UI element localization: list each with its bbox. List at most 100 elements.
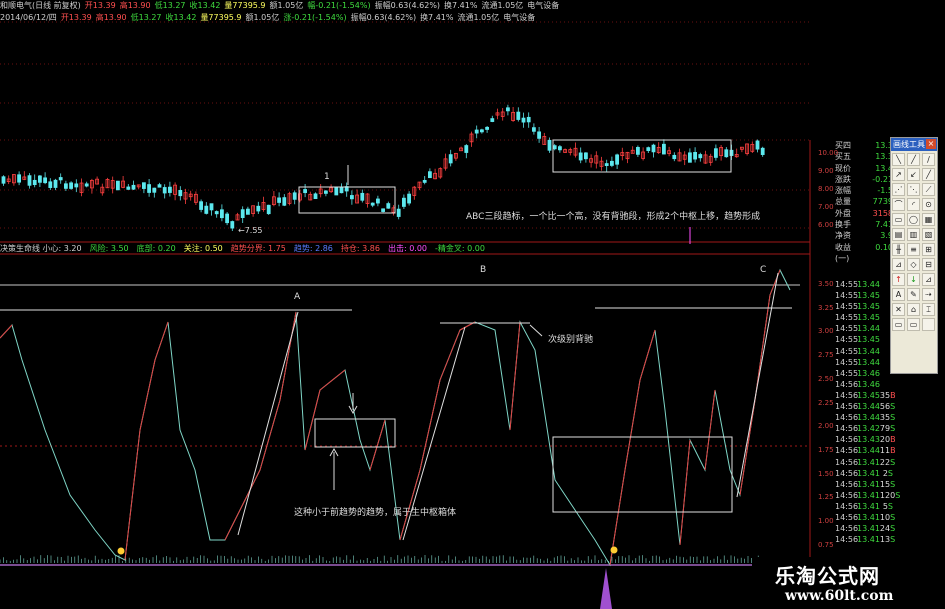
candle-body <box>225 213 230 224</box>
candle-body <box>219 209 224 219</box>
draw-tool-button[interactable]: ▭ <box>907 318 920 331</box>
tick-vol: 5 <box>882 501 888 511</box>
candle-body <box>282 197 287 206</box>
candle-body <box>1 176 6 184</box>
tick-vol: 35 <box>879 390 891 400</box>
draw-tool-button[interactable]: ∕ <box>922 153 935 166</box>
tick-time: 14:56 <box>835 468 859 478</box>
candle-body <box>558 146 562 151</box>
tick-row: 14:55 13.44 <box>835 346 893 357</box>
tick-price: 13.41 <box>857 524 880 534</box>
draw-tool-button[interactable]: ↓ <box>907 273 920 286</box>
draw-tool-button[interactable]: ◇ <box>907 258 920 271</box>
draw-tool-button[interactable]: ⊞ <box>922 243 935 256</box>
draw-tool-button[interactable]: ▤ <box>892 228 905 241</box>
draw-tool-button[interactable]: ╲ <box>892 153 905 166</box>
draw-tool-button[interactable]: ⋰ <box>892 183 905 196</box>
draw-tool-button[interactable]: ╱ <box>922 168 935 181</box>
draw-tool-button[interactable]: ⋱ <box>907 183 920 196</box>
tick-vol: 20 <box>879 435 891 445</box>
tick-price: 13.44 <box>857 280 880 289</box>
tick-time: 14:55 <box>835 291 859 301</box>
tick-vol: 35 <box>879 413 891 423</box>
tick-time: 14:56 <box>835 379 859 389</box>
draw-tool-button[interactable]: ◯ <box>907 213 920 226</box>
tick-price: 13.45 <box>857 313 880 323</box>
quote-label: 换手 <box>835 220 851 230</box>
draw-tool-button[interactable]: ≡ <box>907 243 920 256</box>
candle-body <box>422 179 427 183</box>
draw-tool-button[interactable]: ╱ <box>907 153 920 166</box>
close-icon[interactable]: × <box>926 139 936 149</box>
tick-vol <box>880 301 889 312</box>
candle-body <box>386 203 391 209</box>
candle-body <box>64 183 68 189</box>
draw-tool-button[interactable]: ▧ <box>922 228 935 241</box>
tick-row: 14:56 13.41 2 S <box>835 468 893 479</box>
tick-row: 14:56 13.44 11 B <box>835 445 896 456</box>
quote-row: 现价 13.4 <box>835 163 893 174</box>
draw-tool-button[interactable]: ✕ <box>892 303 905 316</box>
oscillator-up-segment <box>139 359 156 431</box>
draw-tool-button[interactable]: ↙ <box>907 168 920 181</box>
draw-tool-button[interactable] <box>922 318 935 331</box>
draw-tool-button[interactable]: ◜ <box>907 198 920 211</box>
tick-side: B <box>890 390 896 400</box>
draw-tool-button[interactable]: ▭ <box>892 318 905 331</box>
tick-time: 14:55 <box>835 313 859 323</box>
indicator-strip: 决策生命线 小心: 3.20 风险: 3.50 底部: 0.20 关注: 0.50 趋势… <box>0 243 810 255</box>
indicator-item-5: 趋势: 2.86 <box>293 244 333 253</box>
draw-tool-button[interactable]: ✎ <box>907 288 920 301</box>
draw-tool-button[interactable]: ↗ <box>892 168 905 181</box>
tick-row: 14:56 13.43 20 B <box>835 434 896 445</box>
candle-body <box>48 181 53 188</box>
draw-tool-button[interactable]: ↑ <box>892 273 905 286</box>
draw-tool-button[interactable]: ⊿ <box>922 273 935 286</box>
watermark-title: 乐淘公式网 <box>775 564 880 588</box>
draw-tool-button[interactable]: ▥ <box>907 228 920 241</box>
draw-tool-button[interactable]: ⌂ <box>907 303 920 316</box>
indicator-item-2: 底部: 0.20 <box>136 244 176 253</box>
draw-tool-button[interactable]: ⊙ <box>922 198 935 211</box>
quote-row: 买五 13.3 <box>835 151 893 162</box>
candle-body <box>662 143 666 155</box>
tick-price: 13.44 <box>857 446 880 456</box>
draw-tool-button[interactable]: A <box>892 288 905 301</box>
indicator-item-4: 趋势分界: 1.75 <box>230 244 286 253</box>
tick-vol <box>880 368 889 379</box>
drawing-toolbox[interactable]: 画线工具 × ╲ ╱ ∕ ↗ ↙ ╱ ⋰ ⋱ ⟋ ⌒ ◜ ⊙ ▭ ◯ ▦ ▤ ▥ ▧ ╫ ≡ ⊞ ⊿ ◇ ⊟ ↑ ↓ ⊿ A ✎ ⇢ ✕ ⌂ ⌶… <box>890 137 938 374</box>
price-tick-upper: 9.00 <box>818 167 834 175</box>
tick-side: S <box>887 501 893 511</box>
draw-tool-button[interactable]: ⌒ <box>892 198 905 211</box>
signal-dot <box>117 547 125 555</box>
upper-grid <box>0 21 811 566</box>
candle-body <box>448 154 453 164</box>
oscillator-up-segment <box>704 389 716 471</box>
quote-label: 涨跌 <box>835 174 851 184</box>
tick-vol <box>880 346 889 357</box>
draw-tool-button[interactable]: ▭ <box>892 213 905 226</box>
trend-line-a <box>237 311 299 536</box>
quote-value: -1.5 <box>877 186 893 196</box>
chart-canvas[interactable] <box>0 0 945 609</box>
tick-time: 14:56 <box>835 390 859 400</box>
candle-body <box>651 144 656 153</box>
draw-tool-button[interactable]: ⊟ <box>922 258 935 271</box>
oscillator-up-segment <box>154 321 169 361</box>
tick-price: 13.43 <box>857 435 880 445</box>
draw-tool-button[interactable]: ⊿ <box>892 258 905 271</box>
tick-list[interactable]: 14:55 13.44 14:55 13.45 14:55 13.45 14:55 13.45… <box>835 279 900 564</box>
quote-value: -0.21 <box>872 174 893 184</box>
tick-side: S <box>890 524 896 534</box>
draw-tool-button[interactable]: ╫ <box>892 243 905 256</box>
draw-tool-button[interactable]: ⇢ <box>922 288 935 301</box>
tick-time: 14:56 <box>835 479 859 489</box>
oscillator-up-segment <box>259 399 281 471</box>
signal-dot <box>610 546 618 554</box>
candle-body <box>427 171 432 179</box>
tick-time: 14:55 <box>835 335 859 345</box>
draw-tool-button[interactable]: ▦ <box>922 213 935 226</box>
candle-body <box>126 186 131 190</box>
draw-tool-button[interactable]: ⟋ <box>922 183 935 196</box>
draw-tool-button[interactable]: ⌶ <box>922 303 935 316</box>
